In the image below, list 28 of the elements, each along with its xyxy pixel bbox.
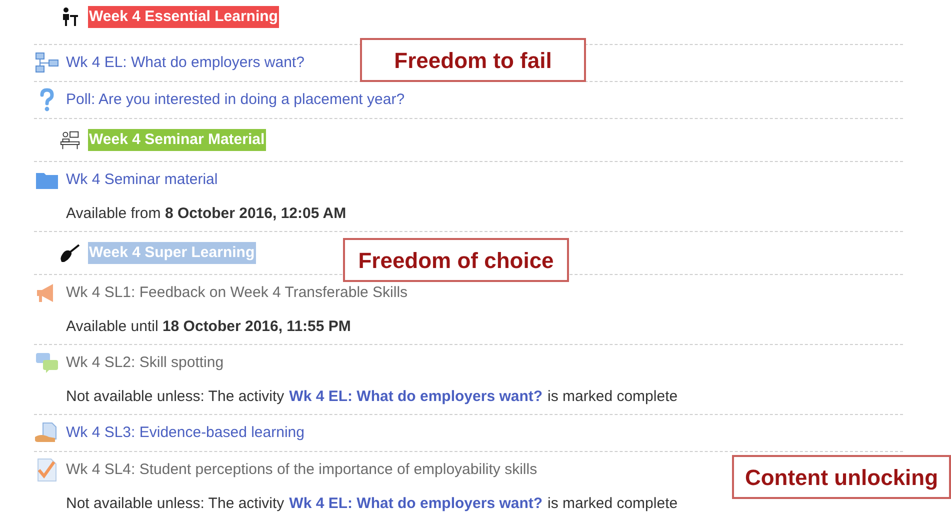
restriction-text: Not available unless: The activity [66, 387, 284, 408]
section-label: Week 4 Essential Learning [88, 6, 279, 28]
callout-box: Freedom of choice [343, 238, 569, 282]
checklist-icon [35, 458, 59, 482]
activity-link[interactable]: Wk 4 EL: What do employers want? [66, 52, 304, 74]
activity-link[interactable]: Wk 4 SL3: Evidence-based learning [66, 422, 304, 444]
activity-link[interactable]: Wk 4 SL1: Feedback on Week 4 Transferable Skills [66, 282, 408, 304]
section-label: Week 4 Super Learning [88, 242, 256, 264]
activity-link[interactable]: Wk 4 SL4: Student perceptions of the importance of employability skills [66, 458, 538, 482]
person-at-desk-icon [61, 7, 79, 27]
activity-link[interactable]: Wk 4 Seminar material [66, 168, 218, 192]
availability-text: Available until 18 October 2016, 11:55 PM [66, 317, 351, 338]
restriction-text: Not available unless: The activity [66, 494, 284, 514]
activity-link[interactable]: Wk 4 EL: What do employers want? [289, 386, 543, 409]
teacher-desk-icon [60, 130, 80, 150]
section-label: Week 4 Seminar Material [88, 128, 266, 152]
diagram-icon [35, 52, 59, 74]
folder-icon [35, 170, 59, 190]
activity-link[interactable]: Poll: Are you interested in doing a placement year? [66, 88, 405, 112]
activity-link[interactable]: Wk 4 SL2: Skill spotting [66, 352, 224, 374]
question-mark-icon [39, 88, 55, 112]
restriction-text: is marked complete [548, 494, 678, 514]
activity-link[interactable]: Wk 4 EL: What do employers want? [289, 493, 543, 516]
chat-bubbles-icon [35, 352, 59, 374]
callout-box: Content unlocking [732, 455, 951, 499]
restriction-text: is marked complete [548, 387, 678, 408]
callout-box: Freedom to fail [360, 38, 586, 82]
availability-text: Available from 8 October 2016, 12:05 AM [66, 204, 346, 224]
